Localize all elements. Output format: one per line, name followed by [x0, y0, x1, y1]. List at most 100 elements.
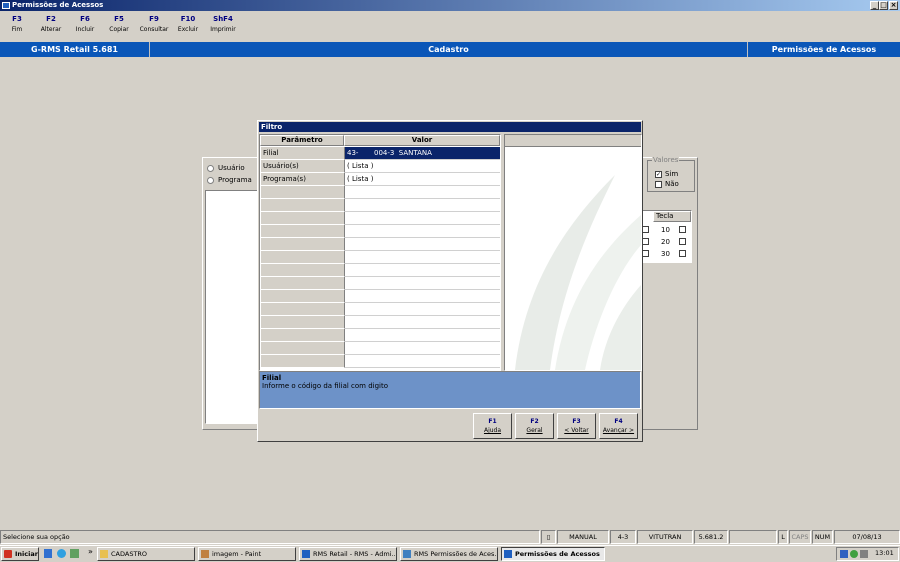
background-list[interactable]	[205, 190, 259, 424]
toolbar-copiar-button[interactable]: F5 Copiar	[102, 15, 136, 33]
task-rms-permissoes[interactable]: RMS Permissões de Aces...	[400, 547, 498, 561]
grid-row-label	[261, 238, 345, 251]
status-blank	[729, 530, 777, 544]
grid-row-value[interactable]	[345, 277, 500, 290]
grid-row-value[interactable]	[345, 329, 500, 342]
checkbox-empty-icon	[655, 180, 662, 188]
window-icon	[403, 550, 411, 558]
grid-row-label	[261, 277, 345, 290]
filter-type-radios: Usuário Programa	[207, 162, 259, 188]
grid-row-label	[261, 329, 345, 342]
window-title-bar: Permissões de Acessos _ □ ×	[0, 0, 900, 11]
checkbox-empty-icon[interactable]	[642, 238, 649, 245]
checkbox-sim[interactable]: ✓ Sim	[655, 170, 678, 178]
help-panel: Filial Informe o código da filial com di…	[259, 371, 641, 409]
header-bar: G-RMS Retail 5.681 Cadastro Permissões d…	[0, 42, 900, 57]
grid-row-value[interactable]	[345, 186, 500, 199]
radio-circle-icon	[207, 176, 214, 184]
grid-row-value[interactable]	[345, 251, 500, 264]
close-button[interactable]: ×	[889, 1, 898, 10]
table-row[interactable]: 30	[641, 249, 691, 261]
geral-button[interactable]: F2 Geral	[515, 413, 554, 439]
status-date: 07/08/13	[834, 530, 900, 544]
grid-row-label	[261, 251, 345, 264]
taskbar: Iniciar » CADASTRO imagem - Paint RMS Re…	[0, 545, 900, 562]
grid-row-label	[261, 199, 345, 212]
status-user: VITUTRAN	[637, 530, 693, 544]
toolbar-excluir-button[interactable]: F10 Excluir	[171, 15, 205, 33]
status-message: Selecione sua opção	[0, 530, 540, 544]
quicklaunch-browser-icon[interactable]	[57, 549, 66, 558]
grid-row-value[interactable]	[345, 238, 500, 251]
grid-row-label	[261, 290, 345, 303]
grid-row-value[interactable]	[345, 212, 500, 225]
toolbar-alterar-button[interactable]: F2 Alterar	[34, 15, 68, 33]
grid-row-value[interactable]: 43- 004-3 SANTANA	[345, 147, 500, 160]
help-title: Filial	[262, 374, 282, 382]
task-permissoes-active[interactable]: Permissões de Acessos	[501, 547, 605, 561]
system-tray: 13:01	[836, 547, 899, 561]
grid-row-label: Usuário(s)	[261, 160, 345, 173]
column-header-value: Valor	[344, 135, 500, 146]
valores-group: Valores ✓ Sim Não	[647, 156, 695, 192]
grid-row-label	[261, 355, 345, 368]
status-num: NUM	[812, 530, 833, 544]
rms-app-icon	[302, 550, 310, 558]
quicklaunch-desktop-icon[interactable]	[70, 549, 79, 558]
grid-row-label: Programa(s)	[261, 173, 345, 186]
network-icon[interactable]	[840, 550, 848, 558]
document-icon: ▯	[541, 530, 556, 544]
checkbox-empty-icon[interactable]	[642, 226, 649, 233]
grid-row-value[interactable]	[345, 290, 500, 303]
toolbar-fim-button[interactable]: F3 Fim	[0, 15, 34, 33]
checkbox-empty-icon[interactable]	[642, 250, 649, 257]
security-icon[interactable]	[850, 550, 858, 558]
parameter-grid: Parâmetro Valor Filial 43- 004-3 SANTANA U…	[259, 134, 501, 371]
task-cadastro[interactable]: CADASTRO	[97, 547, 195, 561]
grid-row-value[interactable]: ( Lista )	[345, 173, 500, 186]
app-icon	[2, 2, 10, 9]
grid-row-value[interactable]	[345, 342, 500, 355]
grid-row-value[interactable]	[345, 316, 500, 329]
avancar-button[interactable]: F4 Avançar >	[599, 413, 638, 439]
grid-row-label	[261, 264, 345, 277]
grid-row-value[interactable]	[345, 199, 500, 212]
status-code: 4-3	[610, 530, 636, 544]
grid-row-value[interactable]	[345, 225, 500, 238]
grid-row-value[interactable]: ( Lista )	[345, 160, 500, 173]
voltar-button[interactable]: F3 < Voltar	[557, 413, 596, 439]
toolbar-imprimir-button[interactable]: ShF4 Imprimir	[206, 15, 240, 33]
toolbar-incluir-button[interactable]: F6 Incluir	[68, 15, 102, 33]
radio-usuario[interactable]: Usuário	[207, 162, 259, 174]
grid-row-label	[261, 303, 345, 316]
checkbox-checked-icon: ✓	[655, 170, 662, 178]
restore-button[interactable]: □	[879, 1, 888, 10]
checkbox-empty-icon[interactable]	[679, 226, 686, 233]
checkbox-nao[interactable]: Não	[655, 180, 679, 188]
grid-row-label	[261, 212, 345, 225]
radio-programa[interactable]: Programa	[207, 174, 259, 186]
table-row[interactable]: 20	[641, 237, 691, 249]
volume-icon[interactable]	[860, 550, 868, 558]
task-rms-retail[interactable]: RMS Retail - RMS - Admi...	[299, 547, 397, 561]
task-paint[interactable]: imagem - Paint	[198, 547, 296, 561]
folder-icon	[100, 550, 108, 558]
quicklaunch-ie-icon[interactable]	[44, 549, 52, 558]
section-title: Cadastro	[150, 42, 748, 57]
table-row[interactable]: 10	[641, 225, 691, 237]
grid-row-label	[261, 342, 345, 355]
help-text: Informe o código da filial com digito	[262, 382, 389, 390]
radio-circle-icon	[207, 164, 214, 172]
grid-row-label	[261, 225, 345, 238]
chevron-right-icon[interactable]: »	[88, 547, 93, 556]
grid-row-value[interactable]	[345, 355, 500, 368]
checkbox-empty-icon[interactable]	[679, 250, 686, 257]
checkbox-empty-icon[interactable]	[679, 238, 686, 245]
start-button[interactable]: Iniciar	[1, 547, 39, 561]
grid-row-value[interactable]	[345, 303, 500, 316]
tecla-header: Tecla	[653, 211, 691, 222]
minimize-button[interactable]: _	[870, 1, 879, 10]
grid-row-value[interactable]	[345, 264, 500, 277]
toolbar-consultar-button[interactable]: F9 Consultar	[137, 15, 171, 33]
ajuda-button[interactable]: F1 Ajuda	[473, 413, 512, 439]
